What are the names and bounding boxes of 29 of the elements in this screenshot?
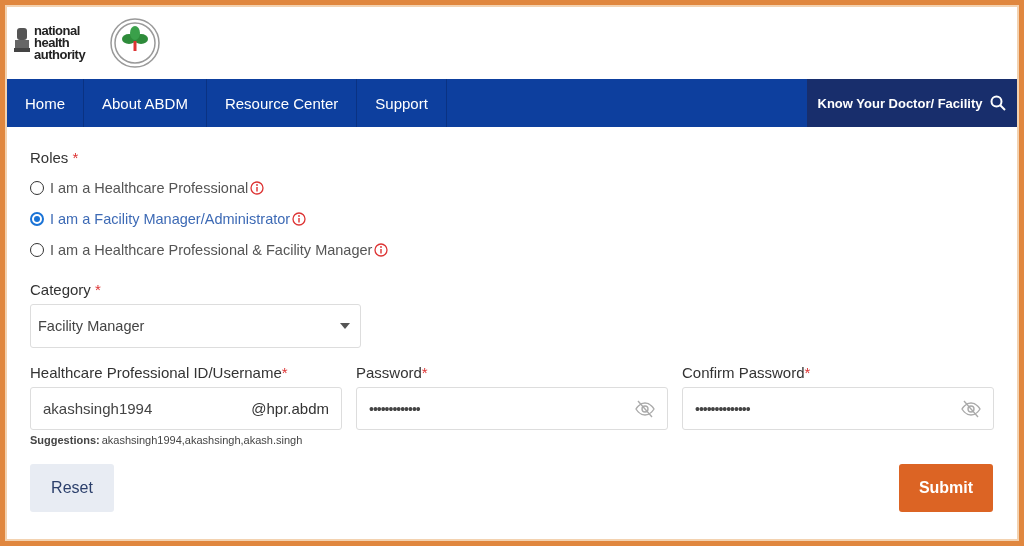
nav-link[interactable]: Resource Center xyxy=(206,79,358,127)
field-label: Category * xyxy=(30,281,102,298)
radio-button[interactable] xyxy=(30,211,44,226)
suggestions-text: akashsingh1994,akashsingh,akash.singh xyxy=(101,434,303,446)
search-icon xyxy=(990,95,1007,111)
reset-button[interactable]: Reset xyxy=(30,464,114,512)
know-your-doctor-link[interactable]: Know Your Doctor/ Facility xyxy=(807,79,1017,127)
nav-link[interactable]: Support xyxy=(357,79,447,127)
submit-button[interactable]: Submit xyxy=(899,464,993,512)
suggestions-label: Suggestions: xyxy=(30,434,100,446)
field-label: Password* xyxy=(356,364,429,381)
nav-link[interactable]: About ABDM xyxy=(84,79,207,127)
category-dropdown[interactable]: Facility Manager xyxy=(30,304,361,348)
field-label: Healthcare Professional ID/Username* xyxy=(30,364,289,381)
radio-label[interactable]: I am a Facility Manager/Administrator xyxy=(50,210,291,227)
password-field[interactable]: ••••••••••••• xyxy=(356,387,668,430)
field-label: Confirm Password* xyxy=(682,364,812,381)
username-field[interactable]: akashsingh1994 @hpr.abdm xyxy=(30,387,342,430)
info-icon[interactable] xyxy=(250,180,265,195)
logo-text: national health authority xyxy=(34,25,86,61)
domain-suffix: @hpr.abdm xyxy=(251,400,329,417)
info-icon[interactable] xyxy=(292,211,307,226)
radio-label[interactable]: I am a Healthcare Professional & Facility Manager xyxy=(50,241,373,258)
nav-link[interactable]: Home xyxy=(7,79,84,127)
info-icon[interactable] xyxy=(374,242,389,257)
caret-icon xyxy=(340,323,350,329)
confirm-password-field[interactable]: •••••••••••••• xyxy=(682,387,994,430)
field-label: Roles * xyxy=(30,149,80,166)
radio-label[interactable]: I am a Healthcare Professional xyxy=(50,179,249,196)
